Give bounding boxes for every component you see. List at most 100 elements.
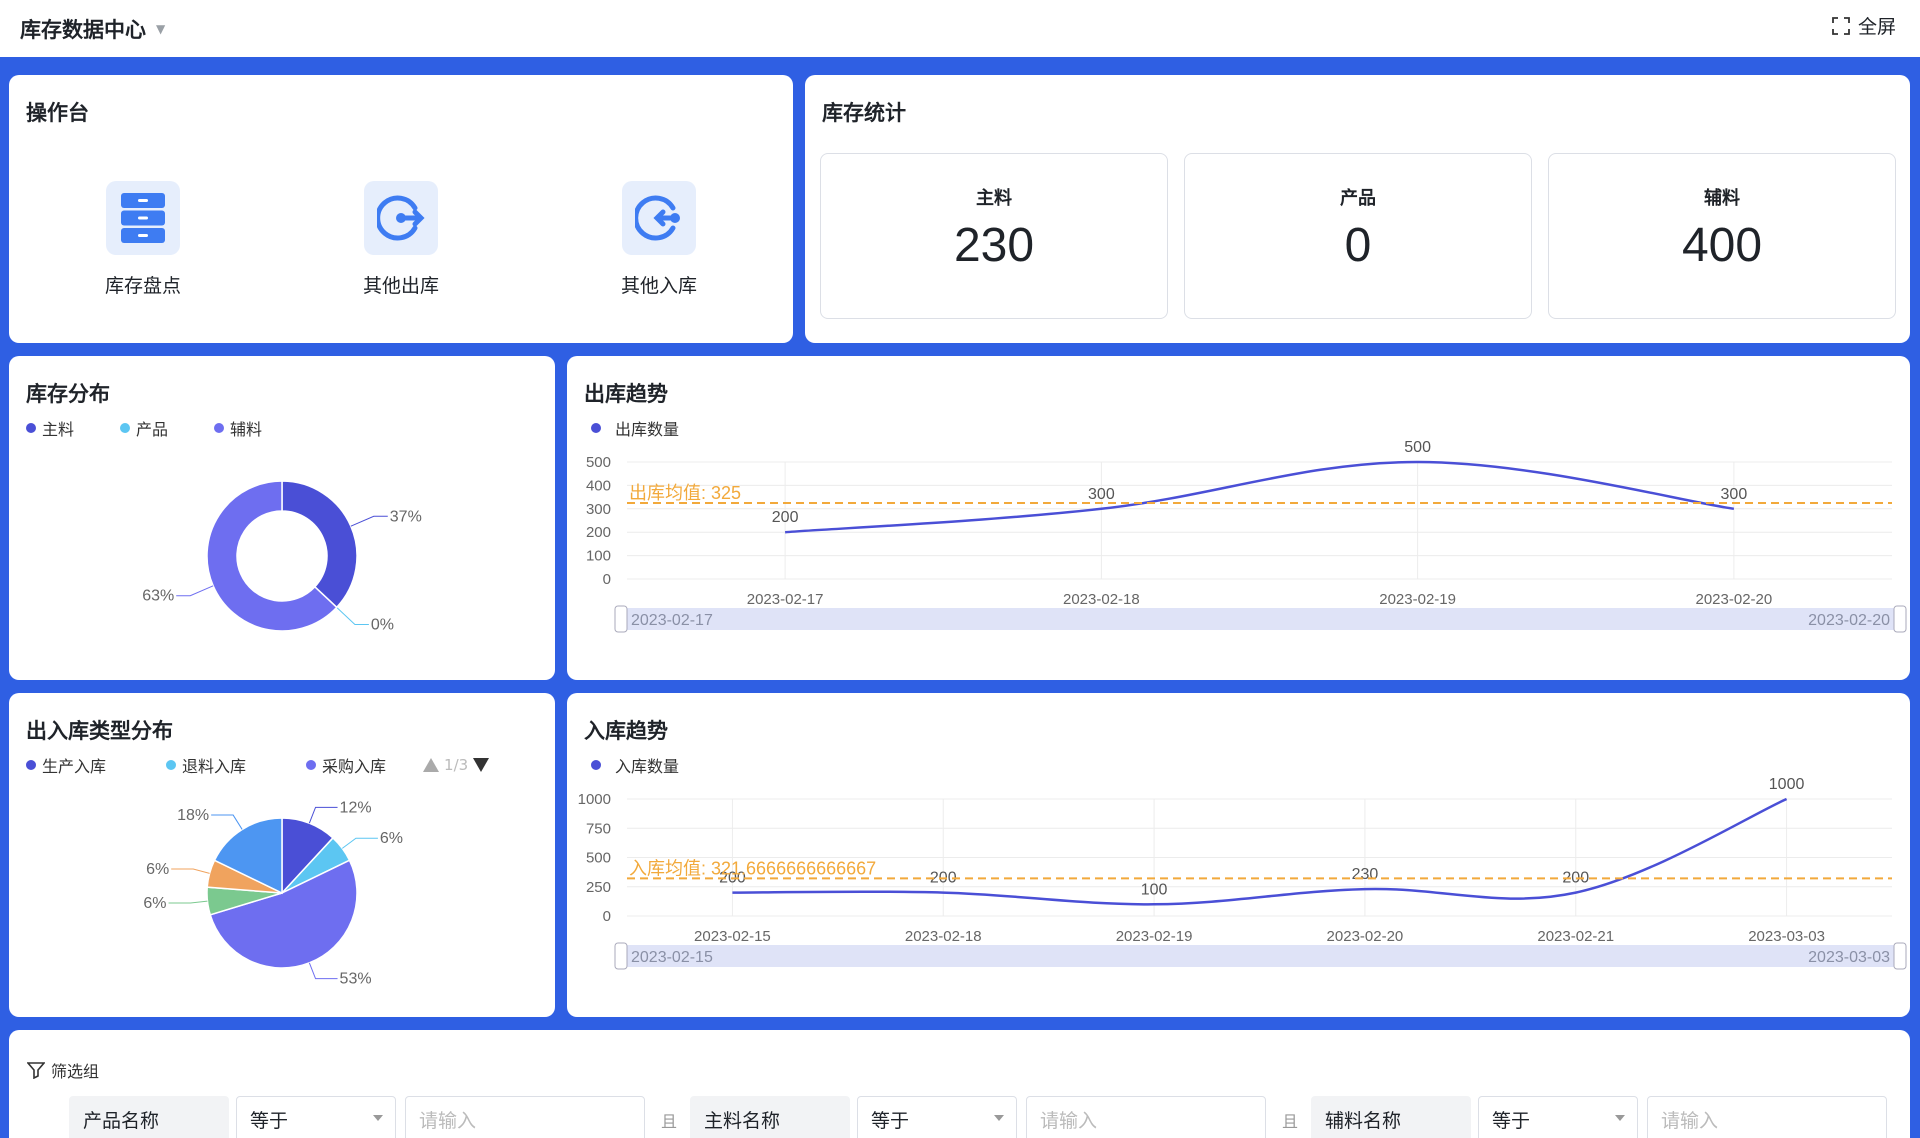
cabinet-icon	[106, 181, 180, 255]
stat-label: 辅料	[1704, 188, 1740, 209]
other-outbound-button[interactable]: 其他出库	[331, 181, 471, 298]
distribution-card: 库存分布 主料 产品 辅料 37% 0% 63%	[9, 356, 555, 680]
stat-auxiliary: 辅料 400	[1548, 153, 1896, 319]
filter-field-auxiliary[interactable]: 辅料名称	[1311, 1096, 1471, 1138]
fullscreen-button[interactable]: 全屏	[1832, 12, 1896, 39]
stat-label: 产品	[1340, 188, 1376, 209]
operator-value: 等于	[1492, 1109, 1531, 1132]
slice-label: 6%	[143, 895, 166, 912]
filter-title: 筛选组	[51, 1062, 100, 1081]
y-tick-label: 100	[586, 548, 611, 565]
filter-field-main-material[interactable]: 主料名称	[690, 1096, 850, 1138]
filter-value-input[interactable]: 请输入	[1026, 1096, 1266, 1138]
filter-operator-select[interactable]: 等于	[857, 1096, 1017, 1138]
outbound-line-chart: 0 100 200 300 400 500 2023-02-17 2023-02-18 2023…	[586, 439, 1907, 633]
y-tick-label: 0	[603, 908, 611, 925]
label-leader-line	[350, 515, 388, 527]
mean-label: 入库均值: 321.6666666666667	[629, 858, 876, 878]
data-label: 100	[1141, 881, 1168, 898]
y-tick-label: 0	[603, 571, 611, 588]
fullscreen-icon	[1832, 16, 1850, 35]
y-tick-label: 750	[586, 820, 611, 837]
slice-label: 6%	[146, 861, 169, 878]
y-tick-label: 500	[586, 850, 611, 867]
series-line	[785, 460, 1735, 534]
operator-value: 等于	[250, 1109, 289, 1132]
data-label: 300	[1088, 486, 1115, 503]
slice-label: 37%	[390, 508, 422, 525]
stat-product: 产品 0	[1184, 153, 1532, 319]
type-pie-chart: 12% 6% 53% 6% 6% 18%	[143, 799, 403, 987]
slice-label: 0%	[371, 616, 394, 633]
filter-operator-select[interactable]: 等于	[1478, 1096, 1638, 1138]
chevron-down-icon	[994, 1115, 1004, 1121]
slice-label: 12%	[340, 799, 372, 816]
x-tick-label: 2023-02-19	[1379, 591, 1456, 608]
label-leader-line	[168, 900, 208, 904]
stat-value: 400	[1681, 219, 1763, 272]
y-tick-label: 200	[586, 524, 611, 541]
data-label: 300	[1721, 486, 1748, 503]
operator-value: 等于	[871, 1109, 910, 1132]
zoom-end-label: 2023-02-20	[1808, 612, 1890, 629]
outbound-trend-card: 出库趋势 出库数量 0 100 200 300 400 500 2023-02-17 2023…	[567, 356, 1910, 680]
x-tick-label: 2023-02-20	[1327, 928, 1404, 945]
filter-operator-select[interactable]: 等于	[236, 1096, 396, 1138]
other-outbound-label: 其他出库	[362, 275, 439, 297]
x-tick-label: 2023-02-20	[1696, 591, 1773, 608]
filter-icon	[27, 1062, 45, 1079]
stat-value: 0	[1344, 219, 1372, 272]
filter-field-product[interactable]: 产品名称	[69, 1096, 229, 1138]
fullscreen-label: 全屏	[1857, 16, 1896, 38]
x-tick-label: 2023-03-03	[1748, 928, 1825, 945]
chevron-down-icon[interactable]: ▼	[156, 22, 165, 36]
series-line	[732, 797, 1788, 906]
label-leader-line	[336, 606, 369, 625]
stat-value: 230	[953, 219, 1035, 272]
x-tick-label: 2023-02-15	[694, 928, 771, 945]
zoom-handle-right	[1893, 605, 1907, 633]
slice-label: 18%	[177, 807, 209, 824]
x-tick-label: 2023-02-21	[1537, 928, 1614, 945]
data-label: 1000	[1769, 776, 1805, 793]
data-label: 230	[1352, 866, 1379, 883]
data-label: 200	[772, 509, 799, 526]
inventory-count-button[interactable]: 库存盘点	[73, 181, 213, 298]
chevron-down-icon	[373, 1115, 383, 1121]
y-tick-label: 300	[586, 501, 611, 518]
donut-slice	[281, 480, 358, 609]
zoom-end-label: 2023-03-03	[1808, 949, 1890, 966]
stat-label: 主料	[976, 188, 1012, 209]
label-leader-line	[308, 806, 338, 824]
mean-label: 出库均值: 325	[629, 483, 741, 503]
zoom-handle-left	[614, 605, 628, 633]
and-label: 且	[661, 1112, 678, 1131]
enter-arrow-icon	[622, 181, 696, 255]
zoom-handle-left	[614, 942, 628, 970]
label-leader-line	[171, 868, 210, 874]
zoom-start-label: 2023-02-15	[631, 949, 713, 966]
zoom-start-label: 2023-02-17	[631, 612, 713, 629]
label-leader-line	[211, 814, 243, 830]
inbound-line-chart: 0 250 500 750 1000 2023-02-15 2023-02-18 2023-0…	[578, 776, 1907, 970]
other-inbound-button[interactable]: 其他入库	[589, 181, 729, 298]
x-tick-label: 2023-02-18	[905, 928, 982, 945]
inventory-stats-card: 库存统计 主料 230 产品 0 辅料 400	[805, 75, 1910, 343]
filter-value-input[interactable]: 请输入	[405, 1096, 645, 1138]
data-label: 500	[1404, 439, 1431, 456]
inbound-trend-card: 入库趋势 入库数量 0 250 500 750 1000 2023-02-15 2023-0…	[567, 693, 1910, 1017]
zoom-handle-right	[1893, 942, 1907, 970]
slice-label: 6%	[380, 830, 403, 847]
y-tick-label: 500	[586, 454, 611, 471]
distribution-donut-chart: 37% 0% 63%	[142, 480, 422, 633]
y-tick-label: 400	[586, 477, 611, 494]
label-leader-line	[341, 837, 378, 849]
and-label: 且	[1282, 1112, 1299, 1131]
page-title: 库存数据中心	[20, 17, 146, 42]
zoom-track	[619, 608, 1900, 630]
workbench-card: 操作台 库存盘点 其他出库 其他入库	[9, 75, 793, 343]
inventory-count-label: 库存盘点	[104, 275, 181, 297]
workbench-title: 操作台	[26, 101, 89, 125]
filter-value-input[interactable]: 请输入	[1647, 1096, 1887, 1138]
x-tick-label: 2023-02-17	[747, 591, 824, 608]
